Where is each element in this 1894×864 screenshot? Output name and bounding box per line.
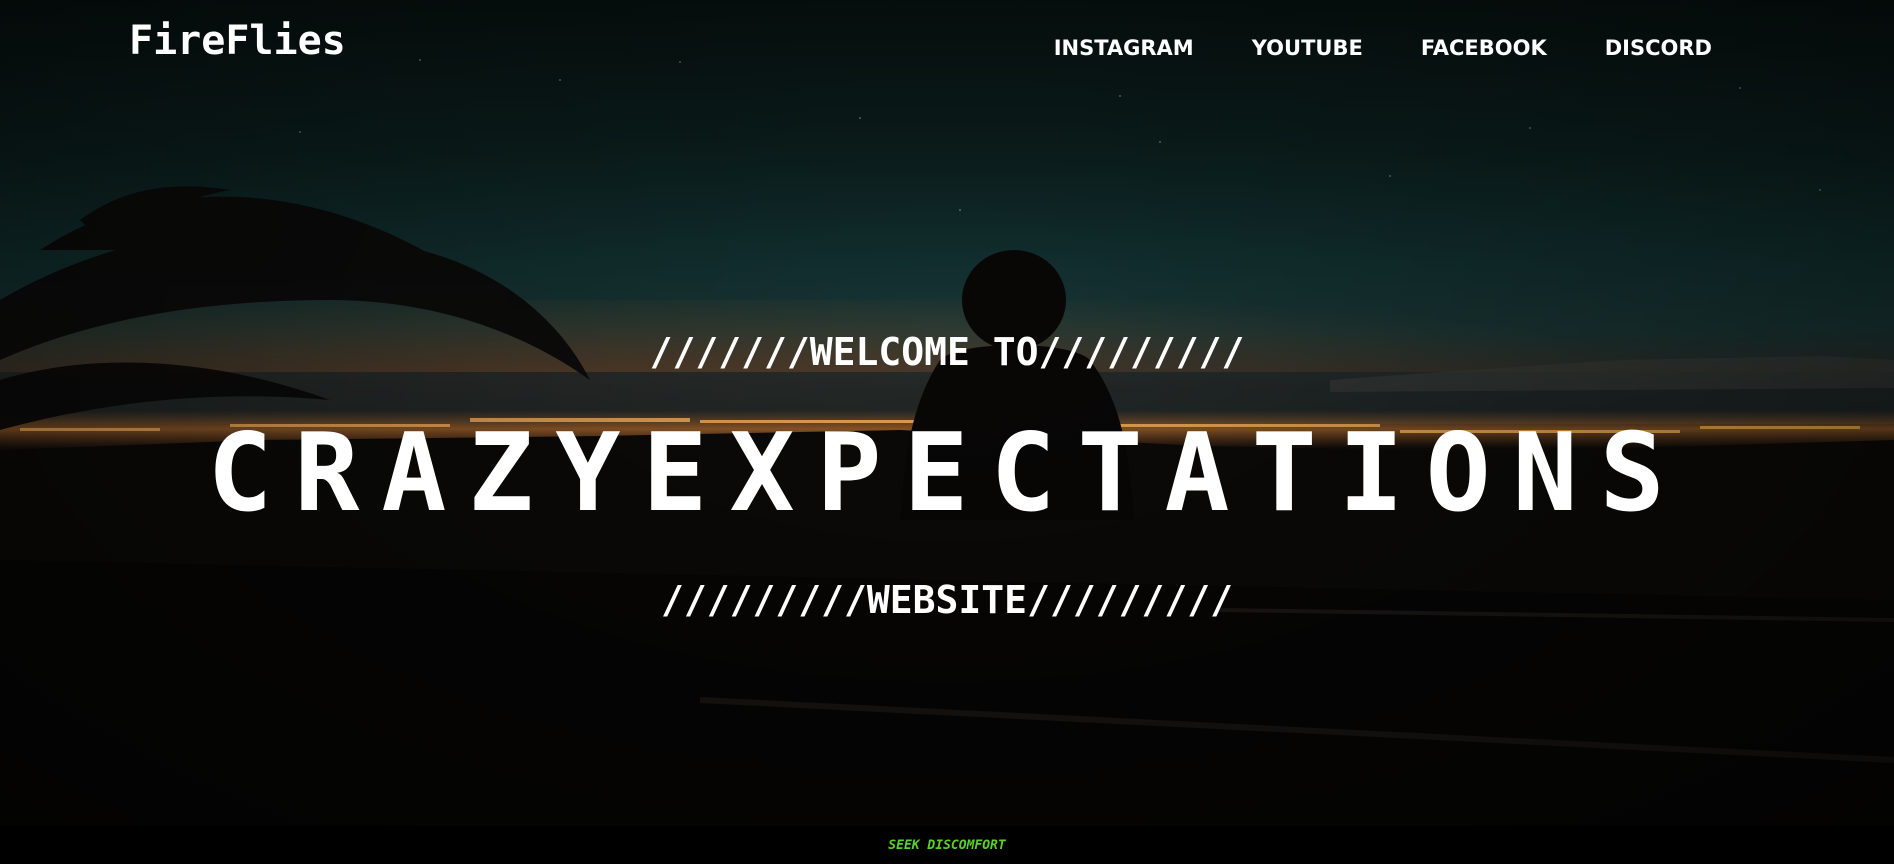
welcome-heading: ///////WELCOME TO///////// xyxy=(649,330,1245,374)
landing-page: FireFlies INSTAGRAM YOUTUBE FACEBOOK DIS… xyxy=(0,0,1894,864)
nav-link-youtube[interactable]: YOUTUBE xyxy=(1252,36,1363,60)
footer-tagline: SEEK DISCOMFORT xyxy=(888,838,1006,853)
site-logo[interactable]: FireFlies xyxy=(129,18,346,64)
hero-headline: CRAZYEXPECTATIONS xyxy=(207,411,1687,536)
main-nav: INSTAGRAM YOUTUBE FACEBOOK DISCORD xyxy=(1054,36,1712,60)
nav-link-discord[interactable]: DISCORD xyxy=(1605,36,1712,60)
footer-bar: SEEK DISCOMFORT xyxy=(0,826,1894,864)
website-subheading: /////////WEBSITE///////// xyxy=(661,578,1233,622)
nav-link-instagram[interactable]: INSTAGRAM xyxy=(1054,36,1194,60)
nav-link-facebook[interactable]: FACEBOOK xyxy=(1421,36,1547,60)
